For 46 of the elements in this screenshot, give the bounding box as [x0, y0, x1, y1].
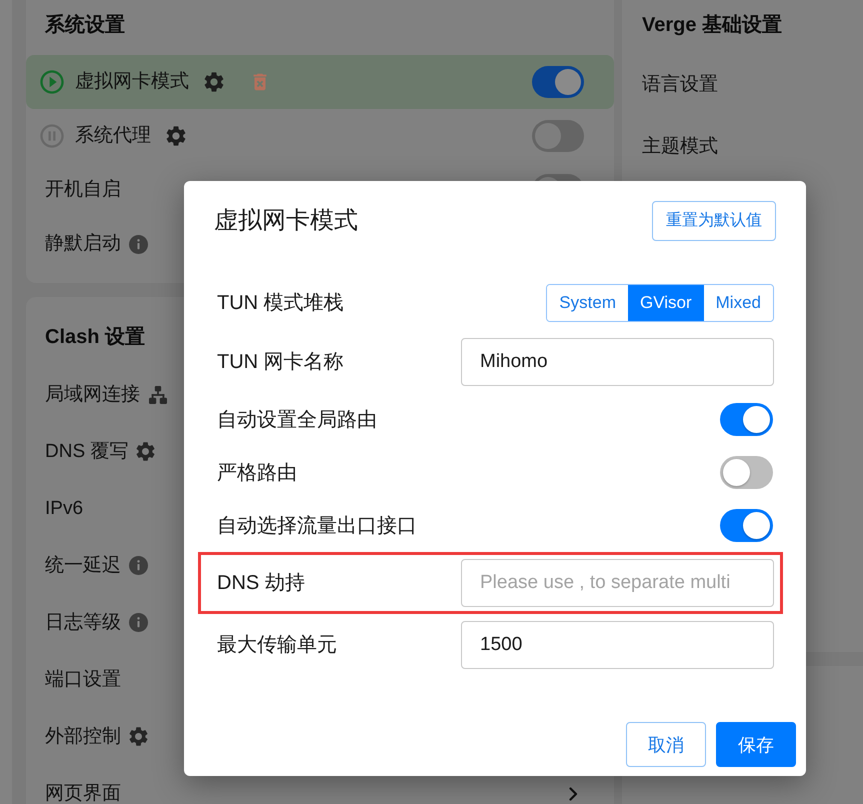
setting-label: 端口设置	[45, 670, 121, 690]
field-label: 自动选择流量出口接口	[217, 514, 417, 538]
setting-label: 语言设置	[642, 75, 718, 95]
toggle-switch[interactable]	[532, 66, 584, 98]
setting-label: IPv6	[45, 498, 84, 518]
toggle-switch[interactable]	[532, 120, 584, 152]
setting-label: 虚拟网卡模式	[75, 72, 189, 92]
toggle-switch[interactable]	[720, 509, 773, 542]
setting-label: 外部控制	[45, 726, 121, 746]
field-label: 最大传输单元	[217, 633, 337, 657]
reset-button[interactable]: 重置为默认值	[652, 201, 776, 241]
settings-icon[interactable]	[134, 440, 158, 463]
setting-label: 系统代理	[75, 126, 151, 146]
setting-label: 静默启动	[45, 234, 121, 254]
info-icon	[129, 613, 148, 632]
segment-option[interactable]: GVisor	[628, 285, 704, 321]
setting-label: 统一延迟	[45, 556, 121, 576]
settings-icon[interactable]	[127, 725, 150, 748]
save-button[interactable]: 保存	[716, 722, 796, 767]
settings-icon[interactable]	[164, 124, 188, 148]
field-label: 严格路由	[217, 460, 297, 484]
setting-label: DNS 覆写	[45, 442, 128, 462]
setting-label: 开机自启	[45, 180, 121, 200]
section-title: 系统设置	[45, 12, 125, 38]
info-icon	[129, 556, 148, 575]
field-label: 自动设置全局路由	[217, 408, 377, 432]
dialog-title: 虚拟网卡模式	[214, 206, 358, 236]
text-input[interactable]: Mihomo	[461, 338, 774, 386]
setting-label: 局域网连接	[45, 384, 140, 404]
toggle-switch[interactable]	[720, 456, 773, 489]
info-icon	[129, 234, 148, 254]
setting-label: 日志等级	[45, 612, 121, 632]
text-input[interactable]: 1500	[461, 621, 774, 669]
settings-icon[interactable]	[202, 70, 226, 94]
toggle-switch[interactable]	[720, 403, 773, 436]
setting-label: 主题模式	[642, 137, 718, 157]
field-label: TUN 模式堆栈	[217, 291, 344, 315]
field-label: DNS 劫持	[217, 571, 305, 595]
cancel-button[interactable]: 取消	[626, 722, 706, 767]
text-input[interactable]: Please use , to separate multi	[461, 559, 774, 607]
field-label: TUN 网卡名称	[217, 350, 344, 374]
setting-label: 网页界面	[45, 784, 121, 804]
section-title: Verge 基础设置	[642, 13, 782, 38]
section-title: Clash 设置	[45, 325, 146, 350]
chevron-right-icon[interactable]	[569, 786, 578, 800]
network-icon[interactable]	[149, 386, 167, 404]
